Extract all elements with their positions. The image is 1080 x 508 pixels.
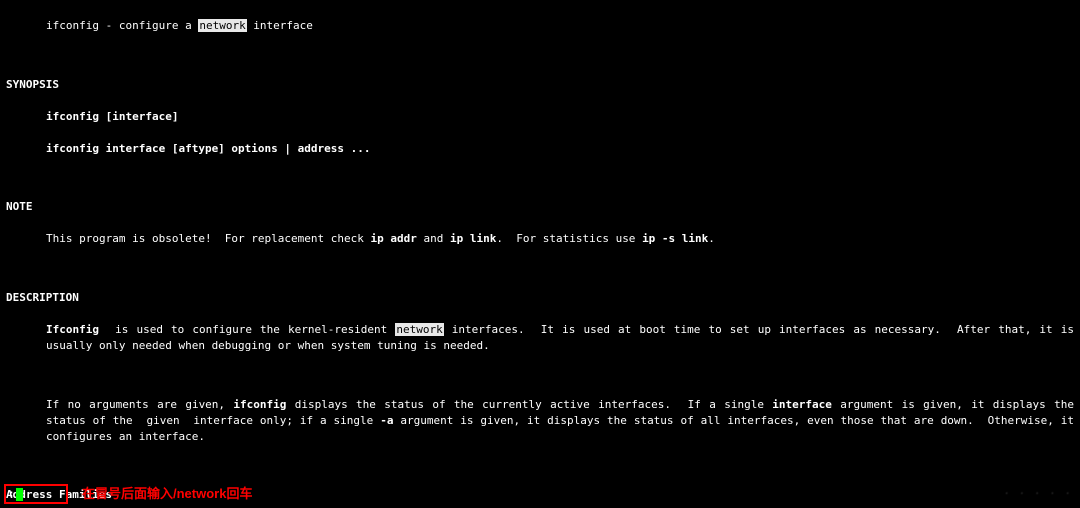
synopsis-line-2: ifconfig interface [aftype] options | ad… <box>6 141 1074 157</box>
description-p2: If no arguments are given, ifconfig disp… <box>6 397 1074 445</box>
text-cursor <box>16 488 23 501</box>
manpage-viewport[interactable]: ifconfig - configure a network interface… <box>0 0 1080 508</box>
pager-status-line[interactable]: : 在冒号后面输入/network回车 <box>4 484 1074 504</box>
name-post: interface <box>247 19 313 32</box>
search-input-box[interactable]: : <box>4 484 68 504</box>
section-synopsis: SYNOPSIS <box>6 77 1074 93</box>
name-pre: ifconfig - configure a <box>46 19 198 32</box>
note-line: This program is obsolete! For replacemen… <box>6 231 1074 247</box>
search-highlight: network <box>198 19 246 32</box>
watermark: · · · · · <box>1003 486 1072 502</box>
synopsis-line-1: ifconfig [interface] <box>6 109 1074 125</box>
section-note: NOTE <box>6 199 1074 215</box>
section-description: DESCRIPTION <box>6 290 1074 306</box>
description-p1: Ifconfig is used to configure the kernel… <box>6 322 1074 354</box>
prompt-colon: : <box>8 486 15 502</box>
annotation-hint: 在冒号后面输入/network回车 <box>82 485 252 504</box>
search-highlight: network <box>395 323 443 336</box>
name-line: ifconfig - configure a network interface <box>6 18 1074 34</box>
